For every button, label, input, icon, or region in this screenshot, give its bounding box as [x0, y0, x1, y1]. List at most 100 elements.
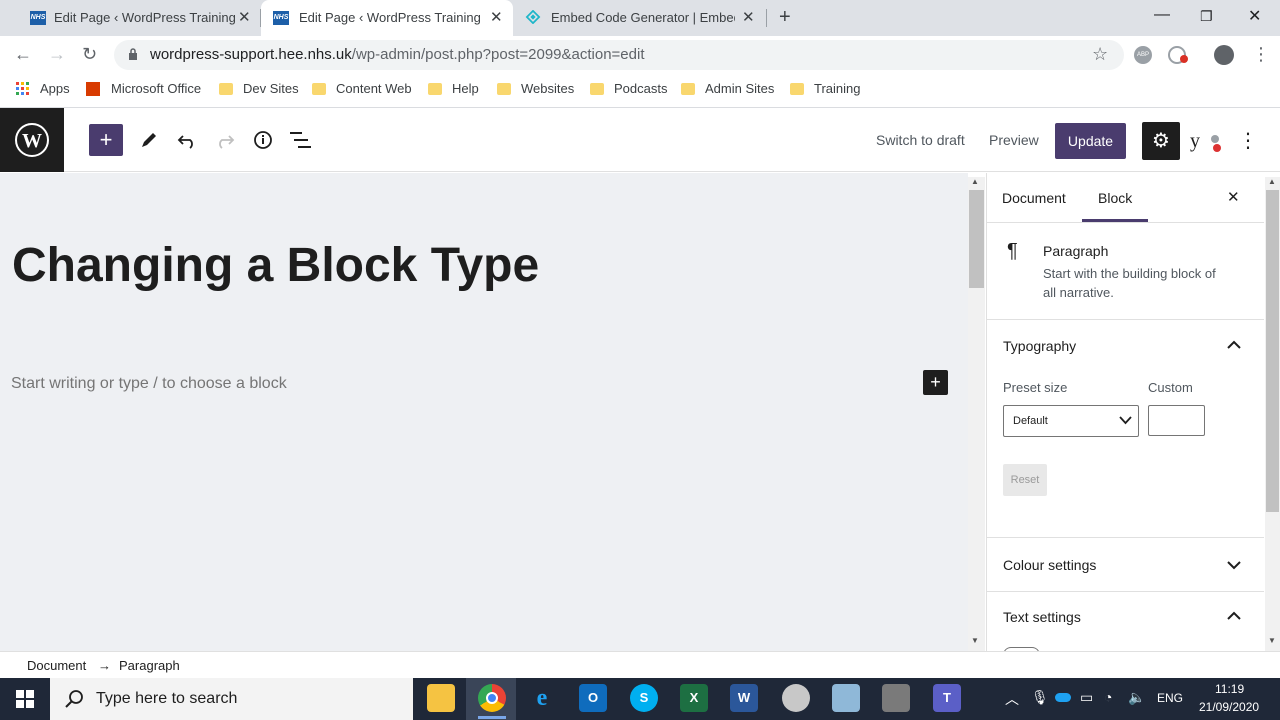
clock-date[interactable]: 21/09/2020 — [1199, 700, 1259, 714]
lock-icon — [129, 48, 137, 60]
scroll-up-icon[interactable]: ▲ — [1268, 177, 1276, 186]
embed-diamond-icon — [525, 10, 541, 24]
breadcrumb-document[interactable]: Document — [27, 658, 86, 673]
redo-icon[interactable] — [215, 130, 235, 150]
browser-tab-2-active[interactable]: NHS Edit Page ‹ WordPress Training & ✕ — [261, 0, 513, 36]
reload-icon[interactable]: ↻ — [82, 44, 97, 65]
apps-grid-icon — [16, 81, 29, 95]
tab-title: Embed Code Generator | Embed — [551, 10, 735, 25]
wifi-icon[interactable]: ◔ — [1104, 689, 1112, 705]
calculator-icon[interactable] — [882, 684, 910, 712]
notepad-icon[interactable] — [832, 684, 860, 712]
bookmark-label: Help — [452, 81, 479, 96]
bookmark-label: Training — [814, 81, 861, 96]
tab-document[interactable]: Document — [1002, 190, 1066, 206]
tray-expand-icon[interactable]: ︿ — [1005, 689, 1019, 709]
yoast-seo-icon[interactable]: y — [1190, 130, 1200, 153]
outlook-icon[interactable]: O — [579, 684, 607, 712]
nhs-favicon-icon: NHS — [273, 11, 289, 25]
scroll-down-icon[interactable]: ▼ — [971, 636, 979, 645]
bookmark-admin-sites[interactable]: Admin Sites — [681, 81, 774, 96]
preset-size-value: Default — [1013, 415, 1048, 427]
bookmark-training[interactable]: Training — [790, 81, 860, 96]
bookmark-star-icon[interactable]: ☆ — [1092, 44, 1108, 65]
browser-tab-1[interactable]: NHS Edit Page ‹ WordPress Training & ✕ — [8, 0, 260, 36]
chevron-up-icon[interactable] — [1227, 611, 1241, 621]
typography-panel-toggle[interactable]: Typography — [1003, 338, 1076, 354]
url-path: /wp-admin/post.php?post=2099&action=edit — [351, 46, 645, 63]
scroll-up-icon[interactable]: ▲ — [971, 177, 979, 186]
clock-time[interactable]: 11:19 — [1215, 682, 1244, 696]
url-host: wordpress-support.hee.nhs.uk — [150, 46, 352, 63]
browser-menu-icon[interactable]: ⋮ — [1252, 44, 1270, 65]
close-sidebar-icon[interactable]: ✕ — [1227, 188, 1240, 206]
editor-scrollbar-thumb[interactable] — [969, 190, 984, 288]
folder-icon — [590, 82, 604, 95]
info-icon[interactable] — [253, 130, 273, 150]
minimize-icon[interactable]: — — [1154, 6, 1170, 24]
windows-start-icon[interactable] — [16, 690, 34, 708]
active-indicator — [478, 716, 506, 719]
reset-button[interactable]: Reset — [1003, 464, 1047, 496]
bookmark-podcasts[interactable]: Podcasts — [590, 81, 667, 96]
skype-icon[interactable]: S — [630, 684, 658, 712]
tab-block[interactable]: Block — [1098, 190, 1132, 206]
block-navigation-icon[interactable] — [290, 131, 312, 149]
back-arrow-icon[interactable]: ← — [14, 44, 32, 65]
search-icon — [65, 690, 83, 708]
sidebar-scrollbar-thumb[interactable] — [1266, 190, 1279, 512]
onedrive-icon[interactable] — [1055, 693, 1071, 702]
bookmark-microsoft-office[interactable]: Microsoft Office — [86, 81, 201, 96]
battery-icon[interactable]: ▭ — [1080, 689, 1093, 706]
close-tab-icon[interactable]: ✕ — [490, 8, 503, 26]
url-text: wordpress-support.hee.nhs.uk/wp-admin/po… — [150, 46, 645, 63]
more-options-icon[interactable]: ⋮ — [1238, 128, 1258, 153]
teams-icon[interactable]: T — [933, 684, 961, 712]
adblock-extension-icon[interactable]: ABP — [1134, 46, 1152, 64]
paint-icon[interactable] — [782, 684, 810, 712]
bookmark-apps[interactable]: Apps — [16, 81, 70, 96]
wordpress-logo-button[interactable]: W — [0, 108, 64, 172]
colour-settings-toggle[interactable]: Colour settings — [1003, 557, 1096, 573]
language-indicator[interactable]: ENG — [1157, 691, 1183, 705]
folder-icon — [312, 82, 326, 95]
word-icon[interactable]: W — [730, 684, 758, 712]
close-tab-icon[interactable]: ✕ — [238, 8, 251, 26]
bookmark-help[interactable]: Help — [428, 81, 479, 96]
divider — [987, 591, 1264, 592]
inline-add-block-button[interactable]: + — [923, 370, 948, 395]
update-button[interactable]: Update — [1055, 123, 1126, 159]
bookmark-dev-sites[interactable]: Dev Sites — [219, 81, 299, 96]
profile-avatar-icon[interactable] — [1214, 45, 1234, 65]
custom-size-input[interactable] — [1148, 405, 1205, 436]
undo-icon[interactable] — [177, 130, 197, 150]
switch-to-draft-button[interactable]: Switch to draft — [876, 132, 965, 148]
bookmark-websites[interactable]: Websites — [497, 81, 574, 96]
settings-gear-icon[interactable]: ⚙ — [1142, 122, 1180, 160]
block-placeholder[interactable]: Start writing or type / to choose a bloc… — [11, 375, 287, 393]
microphone-icon[interactable]: 🎙 — [1031, 689, 1049, 706]
text-settings-toggle[interactable]: Text settings — [1003, 609, 1081, 625]
preview-button[interactable]: Preview — [989, 132, 1039, 148]
add-block-button[interactable]: + — [89, 124, 123, 156]
new-tab-button[interactable]: + — [779, 6, 791, 29]
nhs-favicon-icon: NHS — [30, 11, 46, 25]
edit-pencil-icon[interactable] — [139, 130, 159, 150]
folder-icon — [497, 82, 511, 95]
close-tab-icon[interactable]: ✕ — [742, 8, 755, 26]
browser-tab-3[interactable]: Embed Code Generator | Embed ✕ — [513, 0, 765, 36]
bookmark-content-web[interactable]: Content Web — [312, 81, 412, 96]
internet-explorer-icon[interactable]: e — [528, 684, 556, 712]
scroll-down-icon[interactable]: ▼ — [1268, 636, 1276, 645]
restore-icon[interactable]: ❐ — [1200, 8, 1213, 25]
chevron-down-icon[interactable] — [1227, 560, 1241, 570]
volume-icon[interactable]: 🔈 — [1128, 689, 1145, 706]
forward-arrow-icon[interactable]: → — [48, 44, 66, 65]
file-explorer-icon[interactable] — [427, 684, 455, 712]
post-title[interactable]: Changing a Block Type — [12, 238, 539, 293]
chevron-up-icon[interactable] — [1227, 340, 1241, 350]
breadcrumb-paragraph[interactable]: Paragraph — [119, 658, 180, 673]
close-window-icon[interactable]: ✕ — [1248, 6, 1261, 26]
excel-icon[interactable]: X — [680, 684, 708, 712]
yoast-letter: y — [1190, 130, 1200, 152]
